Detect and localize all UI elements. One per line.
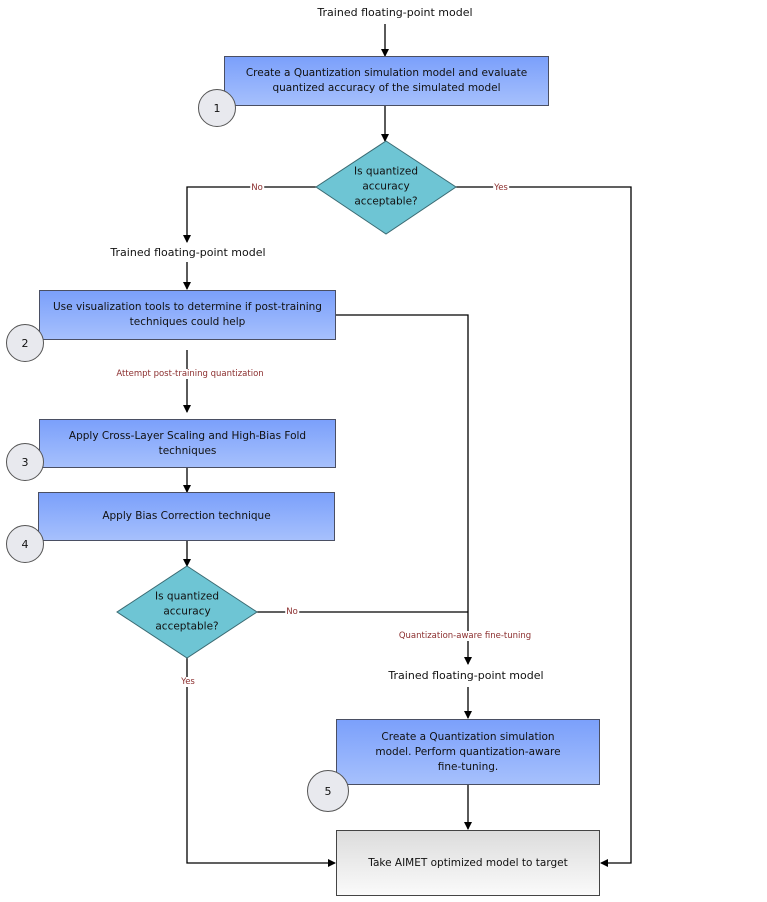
final-text: Take AIMET optimized model to target (368, 856, 568, 869)
final-box: Take AIMET optimized model to target (336, 830, 600, 896)
decision1-yes-label: Yes (493, 183, 509, 193)
decision2-text: Is quantized accuracy acceptable? (155, 590, 219, 633)
attempt-ptq-label: Attempt post-training quantization (115, 369, 265, 379)
decision1-text: Is quantized accuracy acceptable? (354, 165, 418, 208)
step2-box: Use visualization tools to determine if … (39, 290, 336, 340)
decision2-yes-label: Yes (180, 677, 196, 687)
step3-text: Apply Cross-Layer Scaling and High-Bias … (68, 429, 307, 457)
decision1-no-label: No (250, 183, 264, 193)
start-label: Trained floating-point model (317, 6, 473, 19)
step4-badge: 4 (6, 525, 44, 563)
step2-text: Use visualization tools to determine if … (53, 301, 322, 328)
qat-label: Quantization-aware fine-tuning (397, 631, 533, 641)
step1-box: Create a Quantization simulation model a… (224, 56, 549, 106)
step2-badge: 2 (6, 324, 44, 362)
arrow-decision2-yes (186, 658, 336, 867)
step5-box: Create a Quantization simulation model. … (336, 719, 600, 785)
arrow-decision1-no (183, 186, 316, 243)
model-label-3: Trained floating-point model (388, 669, 544, 682)
step1-text: Create a Quantization simulation model a… (245, 67, 528, 94)
model-label-2: Trained floating-point model (110, 246, 266, 259)
decision2-no-label: No (285, 607, 299, 617)
step5-badge: 5 (307, 770, 349, 812)
step1-badge: 1 (198, 89, 236, 127)
step5-text: Create a Quantization simulation model. … (375, 730, 561, 773)
step3-box: Apply Cross-Layer Scaling and High-Bias … (39, 419, 336, 468)
step3-badge: 3 (6, 443, 44, 481)
step4-text: Apply Bias Correction technique (102, 510, 271, 522)
step4-box: Apply Bias Correction technique (38, 492, 335, 541)
